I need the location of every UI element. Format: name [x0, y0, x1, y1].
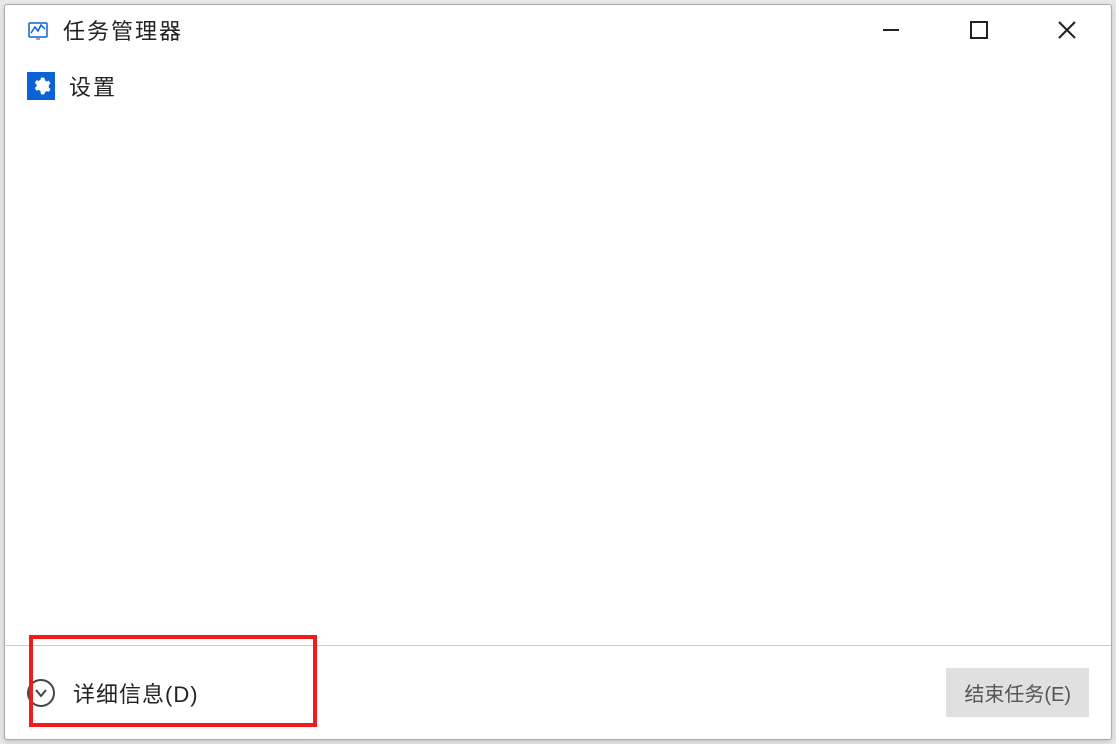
footer: 详细信息(D) 结束任务(E) — [5, 645, 1111, 739]
minimize-button[interactable] — [847, 5, 935, 55]
process-item[interactable]: 设置 — [27, 65, 1089, 107]
more-details-button[interactable]: 详细信息(D) — [27, 677, 199, 709]
chevron-down-icon — [27, 679, 55, 707]
task-manager-window: 任务管理器 — [4, 4, 1112, 740]
window-title: 任务管理器 — [63, 14, 847, 46]
gear-icon — [27, 72, 55, 100]
maximize-button[interactable] — [935, 5, 1023, 55]
process-name: 设置 — [69, 70, 117, 102]
minimize-icon — [881, 20, 901, 40]
end-task-button[interactable]: 结束任务(E) — [946, 668, 1089, 717]
details-label: 详细信息(D) — [73, 677, 199, 709]
close-icon — [1057, 20, 1077, 40]
window-controls — [847, 5, 1111, 55]
task-manager-icon — [27, 19, 49, 41]
process-list: 设置 — [5, 55, 1111, 645]
titlebar[interactable]: 任务管理器 — [5, 5, 1111, 55]
close-button[interactable] — [1023, 5, 1111, 55]
content-area: 设置 详细信息(D) 结束任务(E) — [5, 55, 1111, 739]
maximize-icon — [970, 21, 988, 39]
